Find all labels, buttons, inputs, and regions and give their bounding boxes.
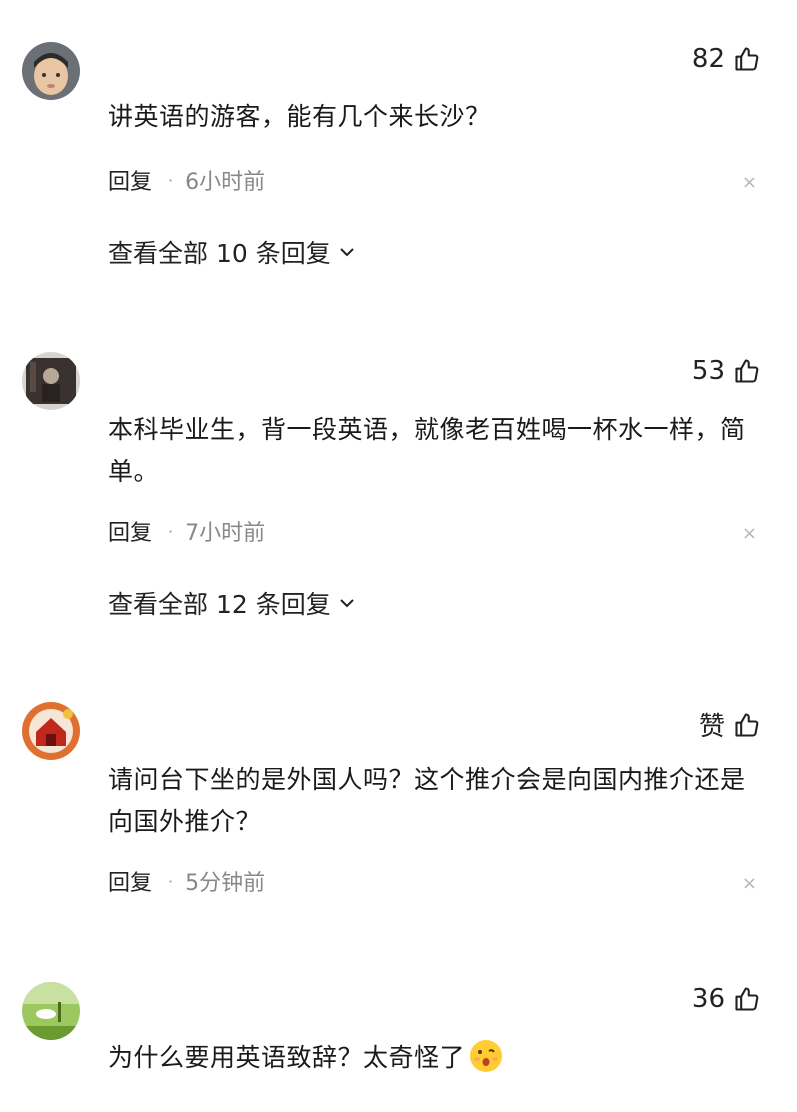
comment-text: 为什么要用英语致辞？太奇怪了 bbox=[108, 1043, 466, 1072]
child-portrait-avatar-icon bbox=[22, 42, 80, 100]
reply-button[interactable]: 回复 bbox=[108, 164, 152, 196]
close-icon[interactable]: × bbox=[742, 172, 757, 193]
chevron-down-icon bbox=[337, 593, 357, 613]
surprised-face-emoji-icon bbox=[469, 1039, 503, 1073]
like-count: 53 bbox=[691, 356, 725, 386]
reply-button[interactable]: 回复 bbox=[108, 515, 152, 547]
thumbs-up-icon bbox=[733, 45, 761, 73]
comment-text: 本科毕业生，背一段英语，就像老百姓喝一杯水一样，简单。 bbox=[108, 415, 746, 486]
like-button[interactable]: 赞 bbox=[699, 706, 761, 743]
chevron-down-icon bbox=[337, 242, 357, 262]
comment-item: 53 本科毕业生，背一段英语，就像老百姓喝一杯水一样，简单。 回复 · 7小时前… bbox=[0, 330, 797, 680]
comment-item: 赞 请问台下坐的是外国人吗？这个推介会是向国内推介还是向国外推介？ 回复 · 5… bbox=[0, 680, 797, 980]
like-count: 82 bbox=[691, 44, 725, 74]
separator-dot: · bbox=[168, 871, 174, 891]
view-all-replies-label: 查看全部 12 条回复 bbox=[108, 590, 331, 619]
thumbs-up-icon bbox=[733, 711, 761, 739]
reply-button[interactable]: 回复 bbox=[108, 865, 152, 897]
timestamp: 5分钟前 bbox=[185, 871, 266, 896]
thumbs-up-icon bbox=[733, 357, 761, 385]
like-button[interactable]: 53 bbox=[692, 356, 761, 386]
avatar[interactable] bbox=[22, 42, 80, 100]
view-all-replies-link[interactable]: 查看全部 12 条回复 bbox=[108, 585, 357, 621]
comment-meta: 回复 · 7小时前 bbox=[108, 515, 265, 547]
avatar[interactable] bbox=[22, 352, 80, 410]
comment-item: 82 讲英语的游客，能有几个来长沙？ 回复 · 6小时前 × 查看全部 10 条… bbox=[0, 0, 797, 330]
red-house-avatar-icon bbox=[22, 702, 80, 760]
like-count: 36 bbox=[691, 984, 725, 1014]
comment-item: 36 为什么要用英语致辞？太奇怪了 bbox=[0, 980, 797, 1112]
close-icon[interactable]: × bbox=[742, 523, 757, 544]
like-button[interactable]: 36 bbox=[692, 984, 761, 1014]
separator-dot: · bbox=[168, 170, 174, 190]
comment-text: 请问台下坐的是外国人吗？这个推介会是向国内推介还是向国外推介？ bbox=[108, 765, 746, 836]
avatar[interactable] bbox=[22, 982, 80, 1040]
green-field-avatar-icon bbox=[22, 982, 80, 1040]
comment-meta: 回复 · 5分钟前 bbox=[108, 865, 265, 897]
comment-meta: 回复 · 6小时前 bbox=[108, 164, 265, 196]
close-icon[interactable]: × bbox=[742, 873, 757, 894]
timestamp: 7小时前 bbox=[185, 521, 266, 546]
like-button[interactable]: 82 bbox=[692, 44, 761, 74]
view-all-replies-label: 查看全部 10 条回复 bbox=[108, 239, 331, 268]
separator-dot: · bbox=[168, 521, 174, 541]
thumbs-up-icon bbox=[733, 985, 761, 1013]
comment-text: 讲英语的游客，能有几个来长沙？ bbox=[108, 102, 491, 131]
dark-photo-avatar-icon bbox=[22, 352, 80, 410]
view-all-replies-link[interactable]: 查看全部 10 条回复 bbox=[108, 234, 357, 270]
comment-text-row: 为什么要用英语致辞？太奇怪了 bbox=[108, 1037, 748, 1079]
timestamp: 6小时前 bbox=[185, 170, 266, 195]
like-count: 赞 bbox=[698, 712, 725, 742]
avatar[interactable] bbox=[22, 702, 80, 760]
